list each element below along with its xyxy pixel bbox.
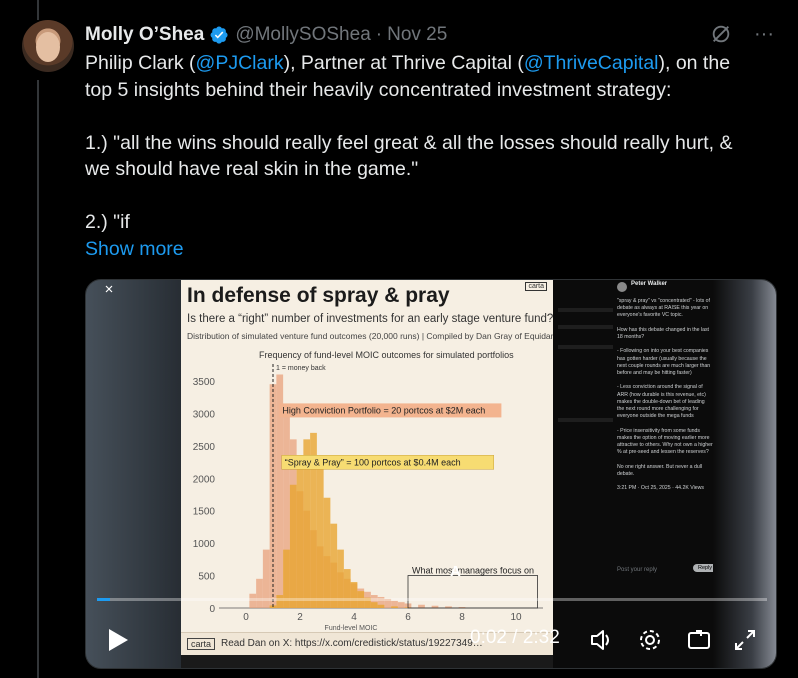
- text-segment: Philip Clark (: [85, 52, 196, 74]
- y-tick-label: 3500: [193, 377, 216, 388]
- text-segment: ), Partner at Thrive Capital (: [283, 52, 524, 74]
- histogram-bar: [370, 602, 378, 608]
- money-back-label: 1 = money back: [276, 365, 326, 372]
- verified-badge-icon: [210, 26, 228, 44]
- histogram-bar: [316, 458, 324, 608]
- tweet-line-1: Philip Clark (@PJClark), Partner at Thri…: [85, 50, 775, 77]
- histogram-bar: [276, 595, 284, 608]
- play-icon[interactable]: [106, 627, 130, 653]
- slide-caption: Distribution of simulated venture fund o…: [187, 331, 558, 341]
- x-tick-label: 8: [459, 612, 465, 623]
- footer-link-text: Read Dan on X: https://x.com/credistick/…: [221, 638, 483, 649]
- tweet-line-3: 1.) "all the wins should really feel gre…: [85, 131, 733, 154]
- y-tick-label: 0: [209, 604, 215, 615]
- y-tick-label: 1000: [193, 539, 216, 550]
- x-tick-label: 10: [510, 612, 522, 623]
- video-left-shade: [86, 280, 181, 668]
- x-axis-label: Fund-level MOIC: [325, 625, 378, 632]
- author-handle[interactable]: @MollySOShea: [235, 24, 370, 46]
- y-tick-label: 1500: [193, 507, 216, 518]
- video-right-background: [713, 280, 776, 668]
- embedded-author-name: Peter Walker: [631, 281, 668, 287]
- volume-icon[interactable]: [589, 627, 615, 653]
- ghost-line: [558, 418, 613, 422]
- more-icon[interactable]: ···: [754, 22, 774, 46]
- ghost-line: [558, 308, 613, 312]
- settings-gear-icon[interactable]: [637, 627, 663, 653]
- thread-line-top: [37, 0, 39, 20]
- y-tick-label: 2000: [193, 474, 216, 485]
- legend-spray-pray: “Spray & Pray” = 100 portcos at $0.4M ea…: [285, 457, 461, 467]
- histogram-bar: [391, 606, 398, 608]
- reply-input: Post your reply: [617, 567, 658, 573]
- chart-title: Frequency of fund-level MOIC outcomes fo…: [259, 350, 514, 360]
- video-progress-bar[interactable]: [97, 598, 767, 601]
- histogram-bar: [256, 578, 263, 608]
- x-tick-label: 2: [297, 612, 303, 623]
- tweet-text: Philip Clark (@PJClark), Partner at Thri…: [85, 50, 775, 236]
- show-more-link[interactable]: Show more: [85, 236, 184, 262]
- carta-logo: carta: [187, 638, 216, 650]
- slide-title: In defense of spray & pray: [187, 284, 450, 307]
- histogram-bar: [330, 523, 338, 608]
- y-tick-label: 3000: [193, 409, 216, 420]
- y-tick-label: 500: [198, 572, 215, 583]
- tweet-actions-top: ···: [710, 22, 774, 46]
- tweet-date[interactable]: Nov 25: [387, 24, 447, 46]
- progress-fill: [97, 598, 111, 601]
- separator: ·: [375, 24, 383, 45]
- histogram-bar: [323, 497, 331, 608]
- histogram-bar: [296, 458, 304, 608]
- histogram-bar: [377, 604, 385, 608]
- slide-subtitle: Is there a “right” number of investments…: [187, 313, 554, 325]
- x-tick-label: 6: [405, 612, 411, 623]
- tweet-line-5: 2.) "if: [85, 211, 130, 233]
- video-time: 0:02 / 2:32: [470, 627, 560, 648]
- close-icon: [105, 285, 113, 293]
- legend-high-conviction: High Conviction Portfolio = 20 portcos a…: [282, 405, 485, 415]
- fullscreen-icon[interactable]: [732, 627, 758, 653]
- video-overlay-caption: A: [450, 563, 461, 580]
- avatar: [617, 282, 627, 292]
- author-name[interactable]: Molly O’Shea: [85, 24, 204, 46]
- reply-button: Reply: [693, 564, 713, 572]
- thread-line: [37, 80, 39, 678]
- text-segment: ), on the: [658, 52, 731, 74]
- mention-link[interactable]: @ThriveCapital: [524, 52, 659, 74]
- tweet-header: Molly O’Shea @MollySOShea · Nov 25: [85, 22, 447, 48]
- avatar[interactable]: [22, 20, 74, 72]
- embedded-tweet-panel: Peter Walker "spray & pray" vs "concentr…: [553, 280, 713, 668]
- tweet-line-2: top 5 insights behind their heavily conc…: [85, 78, 672, 101]
- histogram-chart: 3500 3000 2500 2000 1500 1000 500 0 0 2 4 6 8 10 Fund-…: [193, 364, 543, 632]
- y-tick-label: 2500: [193, 442, 216, 453]
- grok-icon[interactable]: [710, 23, 732, 45]
- focus-label: What most managers focus on: [412, 566, 534, 576]
- focus-box: [407, 575, 539, 609]
- picture-in-picture-icon[interactable]: [686, 627, 712, 653]
- histogram-bar: [350, 582, 358, 608]
- embedded-tweet-text: "spray & pray" vs "concentrated" - lots …: [617, 298, 713, 492]
- histogram-bar: [418, 604, 425, 608]
- ghost-line: [558, 345, 613, 349]
- mention-link[interactable]: @PJClark: [196, 52, 284, 74]
- carta-tag: carta: [525, 282, 547, 291]
- x-tick-label: 4: [351, 612, 357, 623]
- tweet-line-4: we should have real skin in the game.": [85, 158, 419, 180]
- ghost-line: [558, 325, 613, 329]
- video-player[interactable]: In defense of spray & pray carta Is ther…: [85, 279, 777, 669]
- histogram-bar: [343, 569, 351, 608]
- histogram-bar: [289, 484, 297, 608]
- histogram-bar: [397, 602, 405, 608]
- x-tick-label: 0: [243, 612, 249, 623]
